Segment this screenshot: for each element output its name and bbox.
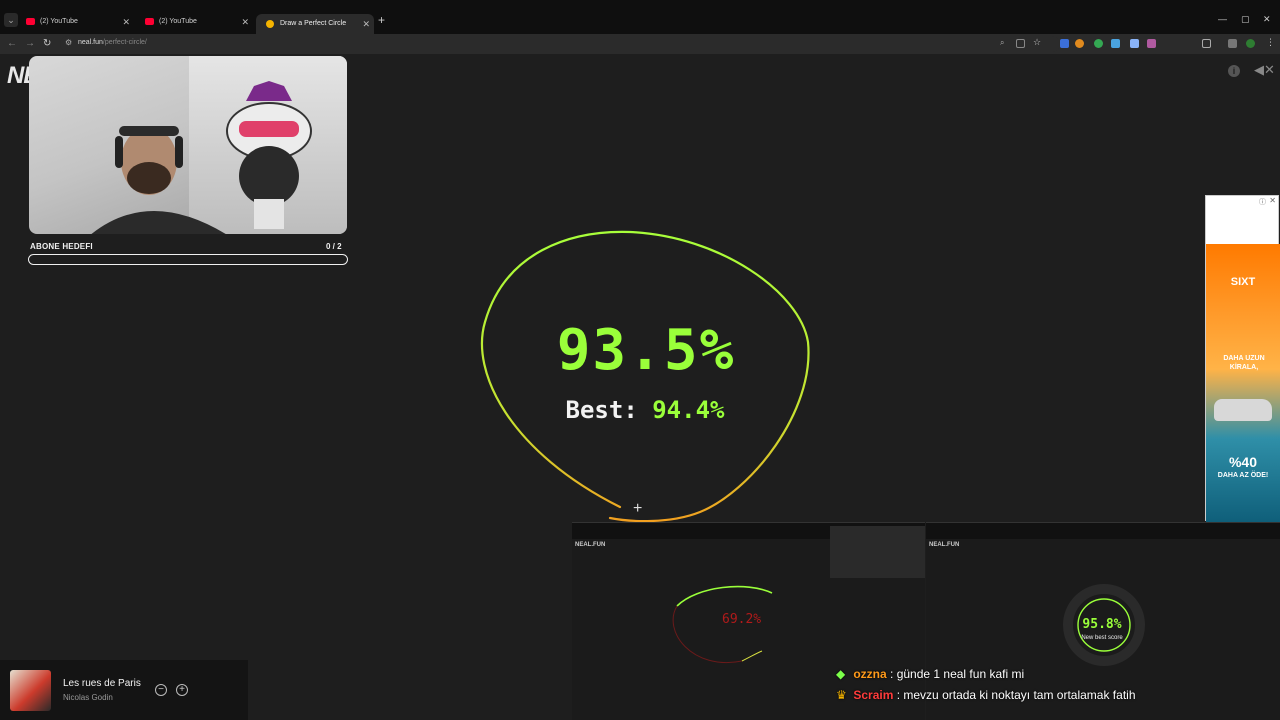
neal-fun-icon [266,20,274,28]
ad-banner-image[interactable]: SIXT DAHA UZUN KİRALA, %40 DAHA AZ ÖDE! [1206,244,1280,522]
song-title: Les rues de Paris [63,678,141,689]
maximize-icon[interactable]: ▢ [1241,14,1250,25]
forward-icon[interactable]: → [25,38,35,49]
close-window-icon[interactable]: ✕ [1263,14,1271,25]
mini-score: 95.8% [1082,617,1122,632]
subscriber-goal-count: 0 / 2 [326,242,342,251]
best-value: 94.4% [652,396,725,424]
info-icon[interactable]: i [1228,65,1240,77]
mini-logo: NEAL.FUN [929,542,960,548]
bookmark-star-icon[interactable]: ☆ [1033,37,1042,47]
extension-icon[interactable] [1228,39,1237,48]
diamond-icon: ◆ [836,667,846,681]
reload-icon[interactable]: ↻ [43,38,51,49]
screen: ⌄ (2) YouTube ✕ (2) YouTube ✕ Draw a Per… [0,0,1280,720]
advertisement[interactable]: ⓘ ✕ SIXT DAHA UZUN KİRALA, %40 DAHA AZ Ö… [1205,195,1280,522]
chat-message: ◆ ozzna : günde 1 neal fun kafi mi [836,667,1136,688]
chat-text: : mevzu ortada ki noktayı tam ortalamak … [896,688,1136,702]
accuracy-score: 93.5% [556,318,736,383]
ad-brand: SIXT [1230,276,1256,288]
best-label: Best: [565,396,638,424]
ad-discount-sub: DAHA AZ ÖDE! [1217,472,1269,479]
ad-close-icon[interactable]: ✕ [1269,196,1276,205]
extension-icon[interactable] [1147,39,1156,48]
url-host: neal.fun [78,39,103,46]
ad-tagline: DAHA UZUN KİRALA, [1223,355,1265,371]
mute-icon[interactable]: ◀✕ [1254,62,1275,78]
chat-message: ♛ Scraim : mevzu ortada ki noktayı tam o… [836,688,1136,709]
profile-avatar[interactable] [1246,39,1255,48]
close-icon[interactable]: ✕ [122,12,130,32]
youtube-icon [26,18,35,25]
new-tab-button[interactable]: + [378,13,385,27]
extensions-puzzle-icon[interactable] [1202,39,1211,48]
extension-icon[interactable] [1060,39,1069,48]
zoom-icon[interactable]: ⌕ [1000,38,1009,47]
mini-browser-bar [926,523,1280,539]
close-icon[interactable]: ✕ [241,12,249,32]
ad-discount: %40 [1228,454,1258,470]
address-bar[interactable]: ⚙ neal.fun/perfect-circle/ [60,36,1060,52]
subscriber-goal-label: ABONE HEDEFI [30,242,93,251]
crosshair-cursor: + [633,500,643,517]
minus-icon[interactable]: − [155,684,167,696]
url-text: neal.fun/perfect-circle/ [78,39,147,46]
url-path: /perfect-circle/ [102,39,147,46]
mini-best-label: New best score [1081,635,1123,641]
close-icon[interactable]: ✕ [362,14,370,34]
browser-toolbar: ← → ↻ ⚙ neal.fun/perfect-circle/ ⌕ ☆ ⋮ [0,34,1280,54]
album-art [10,670,51,711]
subscriber-goal-bar [28,254,348,265]
tab-label: Draw a Perfect Circle [280,20,347,27]
tab-perfect-circle[interactable]: Draw a Perfect Circle ✕ [256,14,374,34]
youtube-icon [145,18,154,25]
tab-youtube-2[interactable]: (2) YouTube ✕ [135,12,253,32]
tab-label: (2) YouTube [40,18,78,25]
site-info-icon[interactable]: ⚙ [65,38,72,47]
streamer-image [91,126,226,234]
extension-icon[interactable] [1094,39,1103,48]
best-score: Best: 94.4% [540,396,750,424]
car-image [1214,399,1272,421]
song-artist: Nicolas Godin [63,693,113,702]
mini-logo: NEAL.FUN [575,542,606,548]
chat-username: Scraim [853,688,894,702]
webcam-overlay [29,56,347,234]
chat-text: : günde 1 neal fun kafi mi [890,667,1025,681]
extension-icon[interactable] [1130,39,1139,48]
ad-info-icon[interactable]: ⓘ [1259,197,1266,207]
chat-username: ozzna [853,667,887,681]
plus-icon[interactable]: + [176,684,188,696]
translate-icon[interactable] [1111,39,1120,48]
mini-score: 69.2% [722,612,762,627]
chat-overlay: ◆ ozzna : günde 1 neal fun kafi mi ♛ Scr… [836,667,1136,709]
minimize-icon[interactable]: — [1218,14,1227,24]
tab-youtube-1[interactable]: (2) YouTube ✕ [16,12,134,32]
extension-icon[interactable] [1075,39,1084,48]
tab-label: (2) YouTube [159,18,197,25]
back-icon[interactable]: ← [7,38,17,49]
mini-webcam [830,526,925,578]
crown-icon: ♛ [836,688,847,702]
menu-kebab-icon[interactable]: ⋮ [1266,37,1275,47]
tab-strip: ⌄ (2) YouTube ✕ (2) YouTube ✕ Draw a Per… [0,0,1280,34]
now-playing-widget: Les rues de Paris Nicolas Godin − + [0,660,248,720]
eye-off-icon[interactable] [1016,39,1025,48]
